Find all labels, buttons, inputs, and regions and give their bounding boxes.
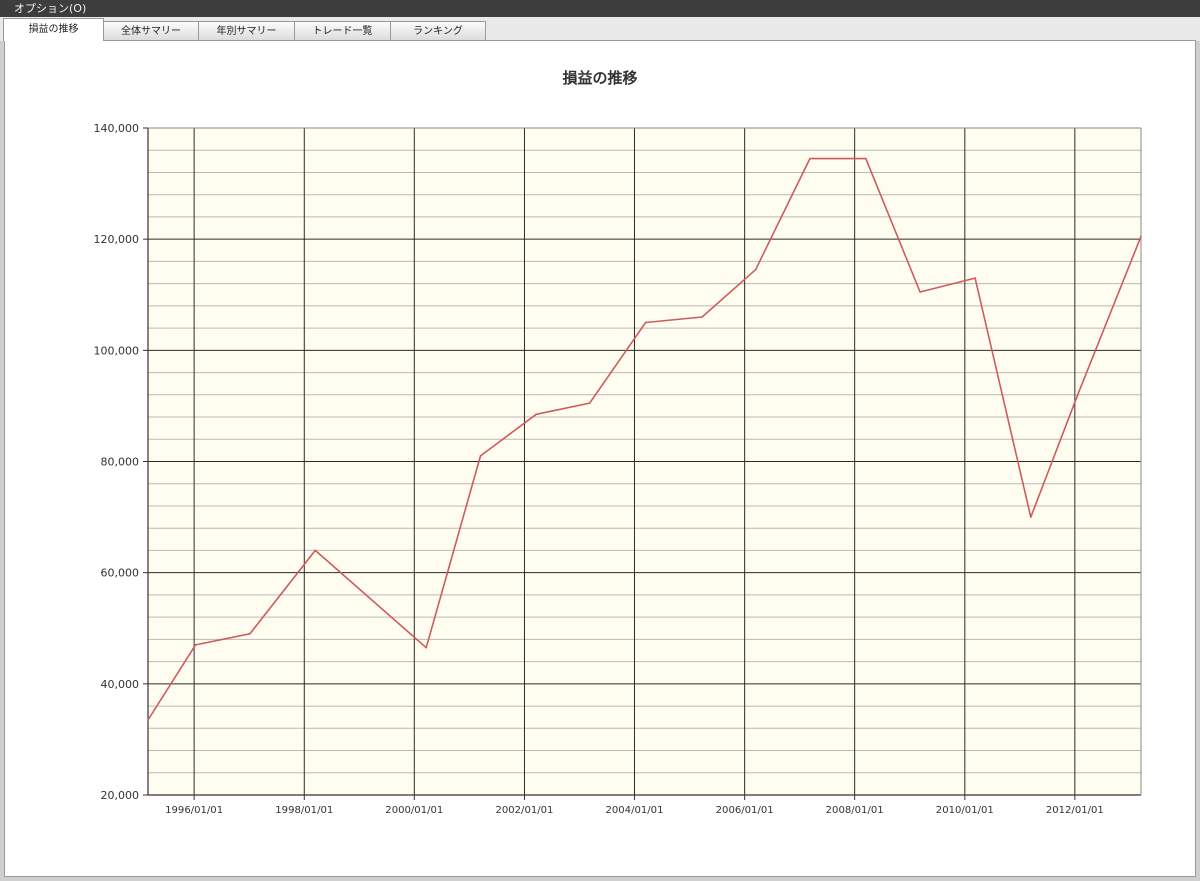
y-tick-label: 20,000 — [101, 789, 140, 802]
x-tick-label: 1998/01/01 — [275, 805, 333, 816]
x-tick-label: 2008/01/01 — [826, 805, 884, 816]
data-point — [194, 644, 197, 646]
x-tick-label: 2010/01/01 — [936, 805, 994, 816]
data-point — [809, 157, 811, 160]
x-tick-label: 2000/01/01 — [385, 805, 443, 816]
tab-overall-summary[interactable]: 全体サマリー — [103, 21, 199, 40]
data-point — [1076, 394, 1079, 396]
data-point — [535, 413, 538, 416]
chart-title: 損益の推移 — [562, 69, 637, 87]
data-point — [314, 549, 317, 552]
x-tick-label: 1996/01/01 — [165, 805, 223, 816]
data-point — [588, 402, 591, 404]
y-tick-label: 100,000 — [94, 344, 140, 357]
y-tick-label: 80,000 — [101, 456, 140, 469]
profit-trend-chart: 損益の推移 20,000 40,000 60,000 80,000 100,000 120… — [94, 69, 1142, 816]
data-point — [754, 268, 757, 271]
x-tick-label: 2004/01/01 — [605, 805, 663, 816]
x-tick-label: 2006/01/01 — [716, 805, 774, 816]
x-tick-label: 2012/01/01 — [1046, 805, 1104, 816]
data-point — [701, 316, 703, 318]
y-tick-label: 40,000 — [101, 678, 140, 691]
data-point — [919, 291, 921, 293]
y-tick-label: 60,000 — [101, 567, 140, 580]
data-point — [249, 633, 251, 635]
options-menu[interactable]: オプション(O) — [14, 2, 86, 15]
data-point — [479, 455, 482, 457]
tab-yearly-summary[interactable]: 年別サマリー — [198, 21, 295, 40]
data-point — [644, 321, 647, 324]
data-point — [1030, 516, 1032, 518]
data-point — [1140, 235, 1142, 238]
y-tick-label: 120,000 — [94, 233, 140, 246]
title-bar: オプション(O) — [0, 0, 1200, 17]
x-tick-label: 2002/01/01 — [495, 805, 553, 816]
tab-ranking[interactable]: ランキング — [390, 21, 486, 40]
data-point — [974, 277, 976, 279]
chart-panel: 損益の推移 20,000 40,000 60,000 80,000 100,000 120… — [4, 40, 1196, 877]
tab-trade-list[interactable]: トレード一覧 — [294, 21, 391, 40]
tab-strip: 損益の推移 全体サマリー 年別サマリー トレード一覧 ランキング — [0, 17, 1200, 41]
y-tick-label: 140,000 — [94, 122, 140, 135]
data-point — [425, 646, 428, 649]
tab-profit-trend[interactable]: 損益の推移 — [3, 18, 104, 41]
data-point — [865, 157, 867, 160]
data-point — [147, 719, 149, 721]
